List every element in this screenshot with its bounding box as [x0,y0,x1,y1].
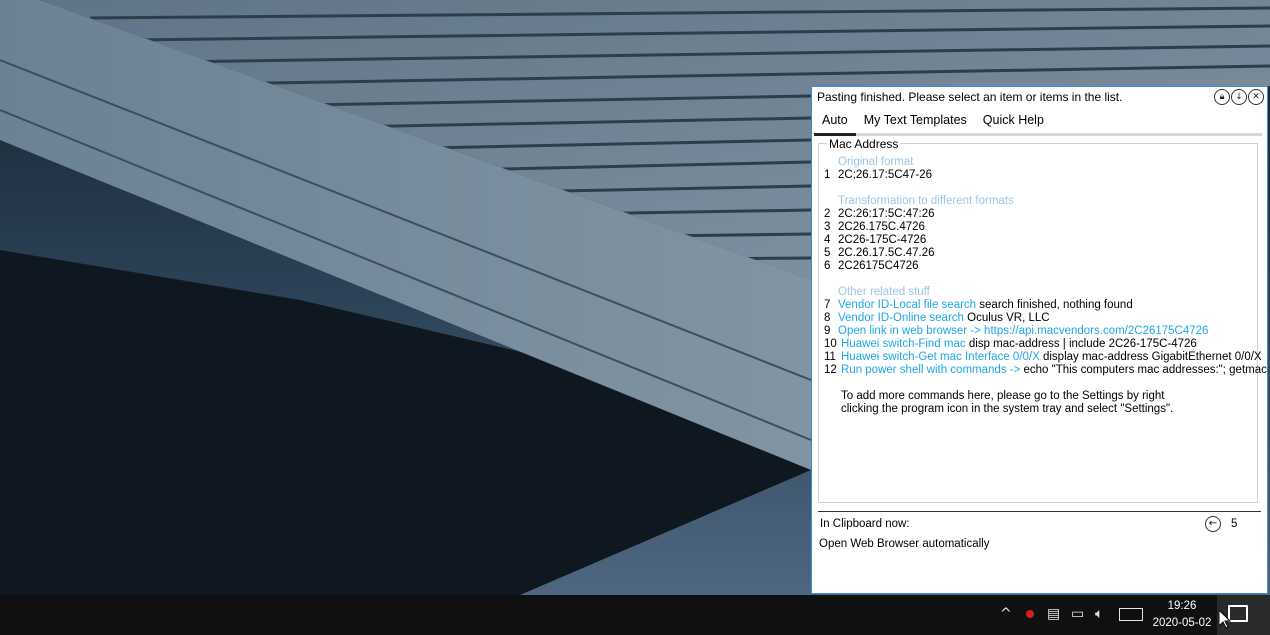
tab-auto[interactable]: Auto [814,109,856,136]
item-number: 5 [824,247,831,259]
section-heading-transform: Transformation to different formats [838,195,1014,207]
item-text: 2C26-175C-4726 [838,234,927,246]
run-powershell-link[interactable]: Run power shell with commands -> [841,364,1020,376]
clock-date: 2020-05-02 [1152,617,1212,629]
item-text: 2C26.175C.4726 [838,221,925,233]
item-text: echo "This computers mac addresses:"; ge… [1020,364,1267,376]
speaker-icon[interactable]: 🔈︎ [1095,606,1103,622]
item-text: disp mac-address | include 2C26-175C-472… [965,338,1197,350]
item-text: Oculus VR, LLC [963,312,1050,324]
item-number: 1 [824,169,831,181]
item-text: 2C.26.17.5C.47.26 [838,247,935,259]
item-number: 2 [824,208,831,220]
list-item[interactable]: 1 2C;26.17:5C47-26 [824,169,1254,182]
lock-icon[interactable]: 🔒︎ [1214,89,1230,105]
clock-time: 19:26 [1167,600,1197,612]
list-item[interactable]: 7 Vendor ID-Local file search search fini… [824,299,1254,312]
list-item[interactable]: 5 2C.26.17.5C.47.26 [824,247,1254,260]
item-number: 4 [824,234,831,246]
system-clock[interactable]: 19:26 2020-05-02 [1148,598,1216,632]
list-item[interactable]: 2 2C:26:17:5C:47:26 [824,208,1254,221]
item-number: 8 [824,312,831,324]
notification-icon [1228,605,1248,622]
list-item[interactable]: 11 Huawei switch-Get mac Interface 0/0/X … [824,351,1262,364]
result-list: Original format 1 2C;26.17:5C47-26 Transf… [824,156,1267,416]
keyboard-icon[interactable] [1119,608,1143,621]
huawei-find-mac-link[interactable]: Huawei switch-Find mac [841,338,966,350]
open-web-browser-link[interactable]: Open link in web browser -> https://api.… [838,325,1208,337]
recording-status-icon[interactable] [1026,610,1034,618]
vendor-online-search-link[interactable]: Vendor ID-Online search [838,312,964,324]
tab-my-text-templates[interactable]: My Text Templates [856,109,975,133]
item-number: 3 [824,221,831,233]
settings-hint-line2: clicking the program icon in the system … [841,403,1174,415]
close-icon[interactable]: ✕ [1248,89,1264,105]
list-item[interactable]: 6 2C26175C4726 [824,260,1254,273]
mouse-cursor-icon [1219,610,1231,629]
item-number: 11 [824,351,836,363]
show-hidden-icons-chevron-icon[interactable]: ^ [1000,606,1012,622]
list-item[interactable]: 12 Run power shell with commands -> echo … [824,364,1267,377]
mac-address-group: Mac Address Original format 1 2C;26.17:5C… [818,137,1267,503]
item-number: 6 [824,260,831,272]
settings-hint-line1: To add more commands here, please go to … [841,390,1165,402]
network-icon[interactable]: ▭ [1071,606,1084,622]
tab-bar: Auto My Text Templates Quick Help [814,109,1262,136]
status-message: Pasting finished. Please select an item … [817,90,1123,104]
divider [818,511,1261,512]
item-text: 2C;26.17:5C47-26 [838,169,932,181]
list-item[interactable]: 4 2C26-175C-4726 [824,234,1254,247]
back-arrow-icon[interactable]: ← [1205,516,1221,532]
huawei-get-interface-link[interactable]: Huawei switch-Get mac Interface 0/0/X [841,351,1040,363]
tab-quick-help[interactable]: Quick Help [975,109,1052,133]
list-item[interactable]: 8 Vendor ID-Online search Oculus VR, LLC [824,312,1254,325]
taskbar: ^ ▤ ▭ 🔈︎ 19:26 2020-05-02 [0,595,1270,635]
section-heading-original: Original format [838,156,914,168]
item-text: display mac-address GigabitEthernet 0/0/… [1039,351,1262,363]
item-text: 2C26175C4726 [838,260,919,272]
clipboard-tool-window: Pasting finished. Please select an item … [811,86,1268,594]
title-bar: Pasting finished. Please select an item … [812,87,1267,109]
item-text: 2C:26:17:5C:47:26 [838,208,935,220]
group-title: Mac Address [827,137,901,151]
item-number: 7 [824,299,831,311]
section-heading-related: Other related stuff [838,286,930,298]
download-icon[interactable]: ↓ [1231,89,1247,105]
list-item[interactable]: 10 Huawei switch-Find mac disp mac-addres… [824,338,1254,351]
clipboard-count: 5 [1231,518,1238,530]
clipboard-content: Open Web Browser automatically [819,538,990,550]
list-item[interactable]: 9 Open link in web browser -> https://api… [824,325,1254,338]
list-item[interactable]: 3 2C26.175C.4726 [824,221,1254,234]
title-icons: 🔒︎ ↓ ✕ [1214,89,1264,105]
item-number: 9 [824,325,831,337]
item-number: 10 [824,338,837,350]
vendor-local-search-link[interactable]: Vendor ID-Local file search [838,299,976,311]
clipboard-label: In Clipboard now: [820,518,910,530]
clipboard-tray-icon[interactable]: ▤ [1047,606,1060,622]
item-number: 12 [824,364,837,376]
item-text: search finished, nothing found [976,299,1133,311]
